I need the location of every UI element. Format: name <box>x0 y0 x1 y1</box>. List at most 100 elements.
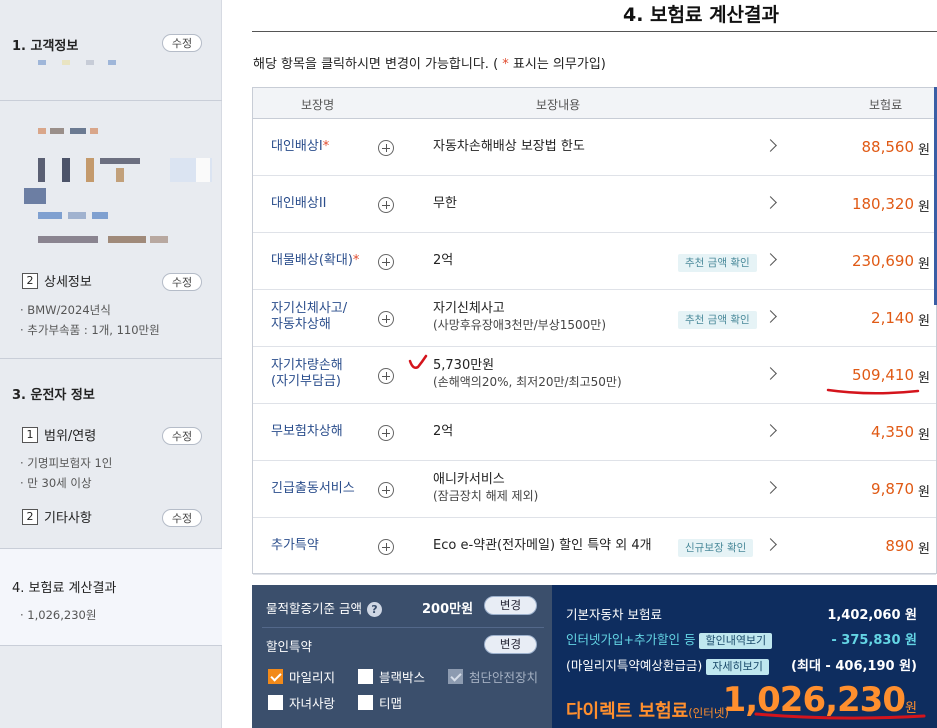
coverage-row[interactable]: 대인배상II 무한 180,320 원 <box>253 176 936 233</box>
property-label: 물적할증기준 금액 <box>266 601 362 616</box>
coverage-desc-text: 2억 <box>433 424 454 439</box>
range-age-heading[interactable]: 1 범위/연령 <box>22 425 96 444</box>
mileage-detail-button[interactable]: 자세히보기 <box>706 659 769 675</box>
price-unit: 원 <box>918 314 930 329</box>
chevron-right-icon[interactable] <box>764 538 777 551</box>
property-label-row: 물적할증기준 금액? <box>266 598 382 617</box>
expand-plus-icon[interactable] <box>378 539 394 555</box>
coverage-desc-detail: (사망후유장애3천만/부상1500만) <box>433 318 607 332</box>
coverage-name[interactable]: 대물배상(확대)* <box>271 253 359 269</box>
coverage-name[interactable]: 대인배상I* <box>271 139 329 155</box>
header-premium: 보험료 <box>869 98 903 112</box>
price-unit: 원 <box>918 485 930 500</box>
coverage-name-text: 무보험차상해 <box>271 424 343 439</box>
blackbox-checkbox[interactable]: 블랙박스 <box>358 667 425 686</box>
property-change-button[interactable]: 변경 <box>484 596 537 615</box>
range-age-title: 범위/연령 <box>44 429 97 444</box>
expand-plus-icon[interactable] <box>378 197 394 213</box>
coverage-name[interactable]: 자기차량손해 (자기부담금) <box>271 358 343 390</box>
coverage-name[interactable]: 추가특약 <box>271 538 319 554</box>
section-driver-info-title[interactable]: 3. 운전자 정보 <box>12 384 95 403</box>
mileage-refund-value: (최대 - 406,190 원) <box>791 659 917 674</box>
price-unit: 원 <box>918 143 930 158</box>
total-won: 원 <box>905 701 917 716</box>
customer-info-edit-button[interactable]: 수정 <box>162 34 202 52</box>
coverage-price: 180,320 <box>851 195 914 213</box>
detail-info-vehicle: · BMW/2024년식 <box>20 303 111 317</box>
recommend-tag-button[interactable]: 추천 금액 확인 <box>678 254 757 272</box>
discount-detail-button[interactable]: 할인내역보기 <box>699 633 773 649</box>
recommend-tag-button[interactable]: 추천 금액 확인 <box>678 311 757 329</box>
checkbox-icon[interactable] <box>358 669 373 684</box>
expand-plus-icon[interactable] <box>378 482 394 498</box>
coverage-name-line2: (자기부담금) <box>271 374 341 389</box>
coverage-row[interactable]: 무보험차상해 2억 4,350 원 <box>253 404 936 461</box>
chevron-right-icon[interactable] <box>764 481 777 494</box>
other-info-edit-button[interactable]: 수정 <box>162 509 202 527</box>
price-unit: 원 <box>918 371 930 386</box>
mileage-checkbox[interactable]: 마일리지 <box>268 667 335 686</box>
range-age-age: · 만 30세 이상 <box>20 476 92 490</box>
coverage-row[interactable]: 대인배상I* 자동차손해배상 보장법 한도 88,560 원 <box>253 119 936 176</box>
other-info-title: 기타사항 <box>44 511 92 526</box>
range-age-edit-button[interactable]: 수정 <box>162 427 202 445</box>
coverage-description: 무한 <box>433 196 457 212</box>
chevron-right-icon[interactable] <box>764 139 777 152</box>
coverage-name-text: 긴급출동서비스 <box>271 481 355 496</box>
expand-plus-icon[interactable] <box>378 254 394 270</box>
coverage-price: 890 <box>885 537 914 555</box>
coverage-desc-text: 5,730만원 <box>433 358 495 373</box>
checkbox-icon[interactable] <box>268 695 283 710</box>
section-customer-info-title[interactable]: 1. 고객정보 <box>12 35 78 54</box>
header-name: 보장명 <box>301 98 335 112</box>
expand-plus-icon[interactable] <box>378 140 394 156</box>
chevron-right-icon[interactable] <box>764 424 777 437</box>
blackbox-label: 블랙박스 <box>379 670 426 685</box>
chevron-right-icon[interactable] <box>764 253 777 266</box>
chevron-right-icon[interactable] <box>764 310 777 323</box>
child-love-checkbox[interactable]: 자녀사랑 <box>268 693 335 712</box>
special-change-button[interactable]: 변경 <box>484 635 537 654</box>
coverage-name[interactable]: 대인배상II <box>271 196 327 212</box>
coverage-row[interactable]: 대물배상(확대)* 2억 추천 금액 확인 230,690 원 <box>253 233 936 290</box>
coverage-name-text: 자기신체사고/ <box>271 301 348 316</box>
active-step-panel <box>0 549 222 645</box>
notice-text: 해당 항목을 클릭하시면 변경이 가능합니다. ( * 표시는 의무가입) <box>253 53 606 72</box>
coverage-price: 230,690 <box>851 252 914 270</box>
chevron-right-icon[interactable] <box>764 196 777 209</box>
detail-info-edit-button[interactable]: 수정 <box>162 273 202 291</box>
coverage-desc-text: 2억 <box>433 253 454 268</box>
other-info-heading[interactable]: 2 기타사항 <box>22 507 92 526</box>
coverage-desc-detail: (잠금장치 해제 제외) <box>433 489 539 503</box>
expand-plus-icon[interactable] <box>378 425 394 441</box>
table-header: 보장명 보장내용 보험료 <box>253 88 936 119</box>
detail-info-accessory: · 추가부속품 : 1개, 110만원 <box>20 323 160 337</box>
coverage-price: 4,350 <box>871 423 914 441</box>
coverage-description: 자기신체사고 (사망후유장애3천만/부상1500만) <box>433 301 606 334</box>
coverage-name[interactable]: 자기신체사고/자동차상해 <box>271 301 347 333</box>
chevron-right-icon[interactable] <box>764 367 777 380</box>
special-label: 할인특약 <box>266 639 313 654</box>
coverage-description: 자동차손해배상 보장법 한도 <box>433 139 585 155</box>
coverage-row[interactable]: 긴급출동서비스 애니카서비스 (잠금장치 해제 제외) 9,870 원 <box>253 461 936 518</box>
coverage-row[interactable]: 추가특약 Eco e-약관(전자메일) 할인 특약 외 4개 신규보장 확인 890 원 <box>253 518 936 575</box>
detail-info-heading[interactable]: 2 상세정보 <box>22 271 92 290</box>
coverage-name[interactable]: 무보험차상해 <box>271 424 343 440</box>
coverage-row[interactable]: 자기차량손해 (자기부담금) 5,730만원 (손해액의20%, 최저20만/최고50… <box>253 347 936 404</box>
coverage-row[interactable]: 자기신체사고/자동차상해 자기신체사고 (사망후유장애3천만/부상1500만) 추천 … <box>253 290 936 347</box>
help-icon[interactable]: ? <box>366 602 382 617</box>
mileage-refund-row: (마일리지특약예상환급금) 자세히보기 <box>566 655 769 675</box>
recommend-tag-button[interactable]: 신규보장 확인 <box>678 539 754 557</box>
expand-plus-icon[interactable] <box>378 311 394 327</box>
coverage-desc-text: 무한 <box>433 196 457 211</box>
expand-plus-icon[interactable] <box>378 368 394 384</box>
checkbox-checked-icon[interactable] <box>268 669 283 684</box>
internet-discount-row: 인터넷가입+추가할인 등 할인내역보기 <box>566 629 773 649</box>
tmap-checkbox[interactable]: 티맵 <box>358 693 402 712</box>
checkbox-icon[interactable] <box>358 695 373 710</box>
coverage-name[interactable]: 긴급출동서비스 <box>271 481 355 497</box>
section-result-title[interactable]: 4. 보험료 계산결과 <box>12 577 116 596</box>
mileage-label: 마일리지 <box>289 670 336 685</box>
coverage-desc-text: 애니카서비스 <box>433 472 505 487</box>
coverage-desc-text: Eco e-약관(전자메일) 할인 특약 외 4개 <box>433 538 652 553</box>
